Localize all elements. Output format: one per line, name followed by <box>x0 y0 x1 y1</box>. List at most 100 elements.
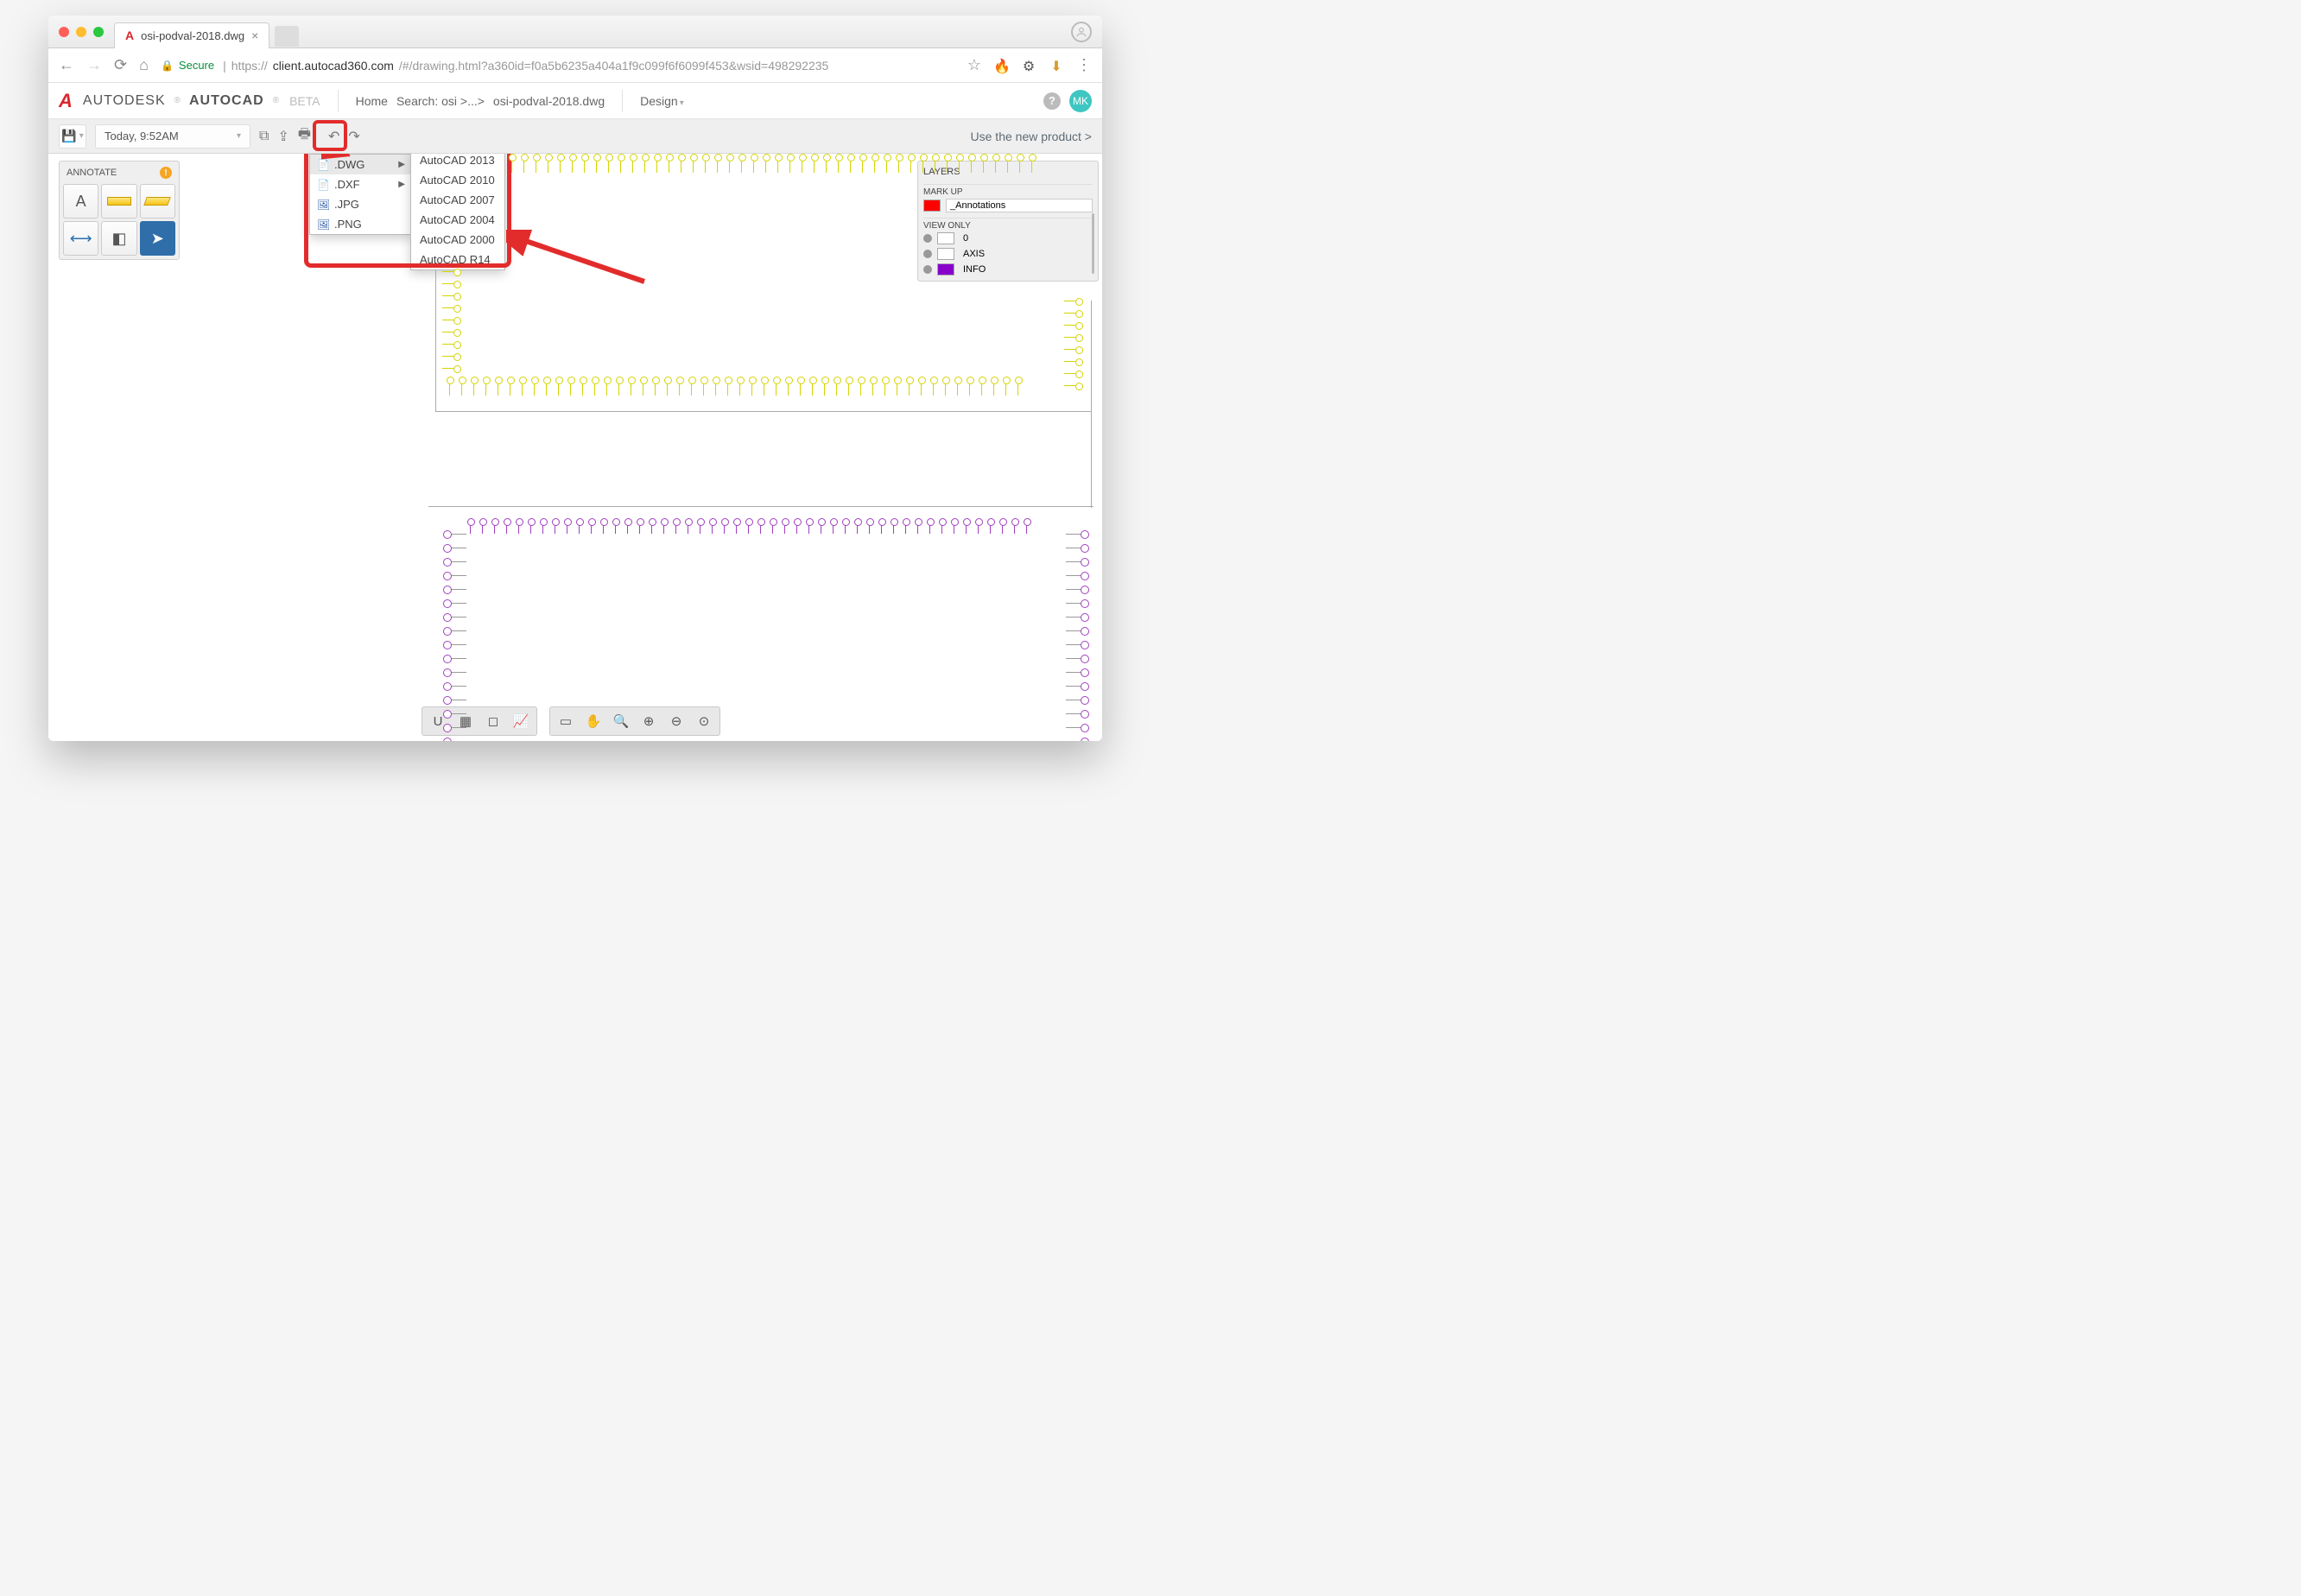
url-bar: ← → ⟳ ⌂ 🔒 Secure | https://client.autoca… <box>48 48 1102 83</box>
lock-icon: 🔒 <box>161 60 174 72</box>
menu-icon[interactable]: ⋮ <box>1076 56 1092 74</box>
menu-item-dwg[interactable]: 📄.DWG▶ <box>310 155 412 174</box>
crumb-file: osi-podval-2018.dwg <box>493 94 605 108</box>
layer-row-axis[interactable]: AXIS <box>923 246 1093 262</box>
maximize-window-icon[interactable] <box>93 27 104 37</box>
profile-icon[interactable] <box>1071 22 1092 42</box>
ext-download-icon[interactable]: ⬇ <box>1049 58 1064 73</box>
visibility-dot-icon[interactable] <box>923 234 932 243</box>
file-icon: 🖼 <box>317 218 329 231</box>
url-field[interactable]: 🔒 Secure | https://client.autocad360.com… <box>161 59 955 73</box>
crumb-home[interactable]: Home <box>356 94 388 108</box>
tab-title: osi-podval-2018.dwg <box>141 29 244 42</box>
graph-icon[interactable]: 📈 <box>508 710 534 732</box>
drive-button[interactable]: 💾▾ <box>59 124 86 149</box>
zoom-out-icon[interactable]: ⊖ <box>663 710 689 732</box>
undo-icon[interactable]: ↶ <box>328 128 339 145</box>
drawing-canvas[interactable]: ANNOTATE ! A ⟷ ◧ ➤ LAYERS MARK UP _Annot… <box>48 154 1102 741</box>
layer-color-swatch <box>937 248 954 260</box>
menu-item-png[interactable]: 🖼.PNG <box>310 214 412 234</box>
reload-icon[interactable]: ⟳ <box>114 56 127 74</box>
brand-autodesk: AUTODESK <box>83 93 166 109</box>
export-icon[interactable]: ⇪ <box>277 128 288 145</box>
star-icon[interactable]: ☆ <box>967 56 981 74</box>
design-dropdown[interactable]: Design▾ <box>640 94 684 108</box>
toolbar: 💾▾ Today, 9:52AM ▾ ⧉ ⇪ 🖶 ↶ ↷ Use the new… <box>48 119 1102 154</box>
axis-ticks <box>447 534 466 741</box>
close-window-icon[interactable] <box>59 27 69 37</box>
layer-name: INFO <box>960 263 1093 276</box>
layer-color-swatch <box>923 200 941 212</box>
layer-color-swatch <box>937 232 954 244</box>
warning-icon[interactable]: ! <box>160 167 172 179</box>
text-tool[interactable]: A <box>63 184 98 218</box>
eraser-tool[interactable]: ◧ <box>101 221 136 256</box>
visibility-dot-icon[interactable] <box>923 265 932 274</box>
annotate-title: ANNOTATE <box>67 168 117 178</box>
crumb-search[interactable]: Search: osi >...> <box>396 94 485 108</box>
drawing-line <box>435 411 1092 412</box>
dimension-tool[interactable]: ⟷ <box>63 221 98 256</box>
new-tab-button[interactable] <box>275 26 299 47</box>
drawing-line <box>428 506 1093 507</box>
back-icon[interactable]: ← <box>59 56 74 74</box>
measure-tool[interactable] <box>101 184 136 218</box>
visibility-dot-icon[interactable] <box>923 250 932 258</box>
tab-close-icon[interactable]: × <box>251 28 258 42</box>
axis-ticks <box>1064 301 1080 386</box>
file-icon: 🖼 <box>317 199 329 211</box>
layer-row-info[interactable]: INFO <box>923 262 1093 277</box>
axis-ticks <box>1066 534 1085 741</box>
zoom-window-icon[interactable]: 🔍 <box>608 710 634 732</box>
minimize-window-icon[interactable] <box>76 27 86 37</box>
pointer-tool[interactable]: ➤ <box>140 221 175 256</box>
chevron-right-icon: ▶ <box>398 160 405 169</box>
layer-color-swatch <box>937 263 954 276</box>
submenu-2010[interactable]: AutoCAD 2010 <box>411 170 504 190</box>
layers-scrollbar[interactable] <box>1092 213 1094 274</box>
menu-item-dxf[interactable]: 📄.DXF▶ <box>310 174 412 194</box>
ext-gear-icon[interactable]: ⚙ <box>1021 58 1036 73</box>
file-icon: 📄 <box>317 179 329 191</box>
secure-label: Secure <box>179 59 214 72</box>
viewonly-section-label: VIEW ONLY <box>923 218 1093 231</box>
help-icon[interactable]: ? <box>1043 92 1061 110</box>
copy-icon[interactable]: ⧉ <box>259 129 269 144</box>
angle-tool[interactable] <box>140 184 175 218</box>
redo-icon[interactable]: ↷ <box>348 128 359 145</box>
new-product-link[interactable]: Use the new product > <box>971 130 1092 143</box>
submenu-r14[interactable]: AutoCAD R14 <box>411 250 504 269</box>
export-version-submenu: AutoCAD 2013 AutoCAD 2010 AutoCAD 2007 A… <box>410 154 505 270</box>
home-icon[interactable]: ⌂ <box>139 56 149 74</box>
titlebar: A osi-podval-2018.dwg × <box>48 16 1102 48</box>
submenu-2013[interactable]: AutoCAD 2013 <box>411 154 504 170</box>
brand-autocad: AUTOCAD <box>189 93 264 109</box>
layer-row-0[interactable]: 0 <box>923 231 1093 246</box>
autocad-favicon-icon: A <box>125 28 134 42</box>
layer-annotations[interactable]: _Annotations <box>923 197 1093 214</box>
drawing-line <box>435 269 436 411</box>
chevron-down-icon: ▾ <box>237 131 241 141</box>
submenu-2000[interactable]: AutoCAD 2000 <box>411 230 504 250</box>
user-avatar[interactable]: MK <box>1069 90 1092 112</box>
snap-icon[interactable]: ◻ <box>480 710 506 732</box>
axis-ticks <box>470 522 1027 534</box>
browser-window: A osi-podval-2018.dwg × ← → ⟳ ⌂ 🔒 Secure… <box>48 16 1102 741</box>
zoom-in-icon[interactable]: ⊕ <box>636 710 662 732</box>
submenu-2004[interactable]: AutoCAD 2004 <box>411 210 504 230</box>
extents-icon[interactable]: ▭ <box>553 710 579 732</box>
beta-label: BETA <box>289 94 320 108</box>
zoom-fit-icon[interactable]: ⊙ <box>691 710 717 732</box>
version-dropdown[interactable]: Today, 9:52AM ▾ <box>95 124 250 149</box>
layer-name: _Annotations <box>946 199 1093 212</box>
print-icon[interactable]: 🖶 <box>298 124 311 148</box>
axis-ticks <box>449 380 1018 396</box>
window-controls <box>59 27 104 37</box>
submenu-2007[interactable]: AutoCAD 2007 <box>411 190 504 210</box>
browser-tab[interactable]: A osi-podval-2018.dwg × <box>114 22 269 48</box>
pan-icon[interactable]: ✋ <box>580 710 606 732</box>
ext-fire-icon[interactable]: 🔥 <box>993 58 1009 73</box>
drawing-line <box>1091 301 1092 508</box>
menu-item-jpg[interactable]: 🖼.JPG <box>310 194 412 214</box>
layers-panel: LAYERS MARK UP _Annotations VIEW ONLY 0 … <box>917 161 1099 282</box>
